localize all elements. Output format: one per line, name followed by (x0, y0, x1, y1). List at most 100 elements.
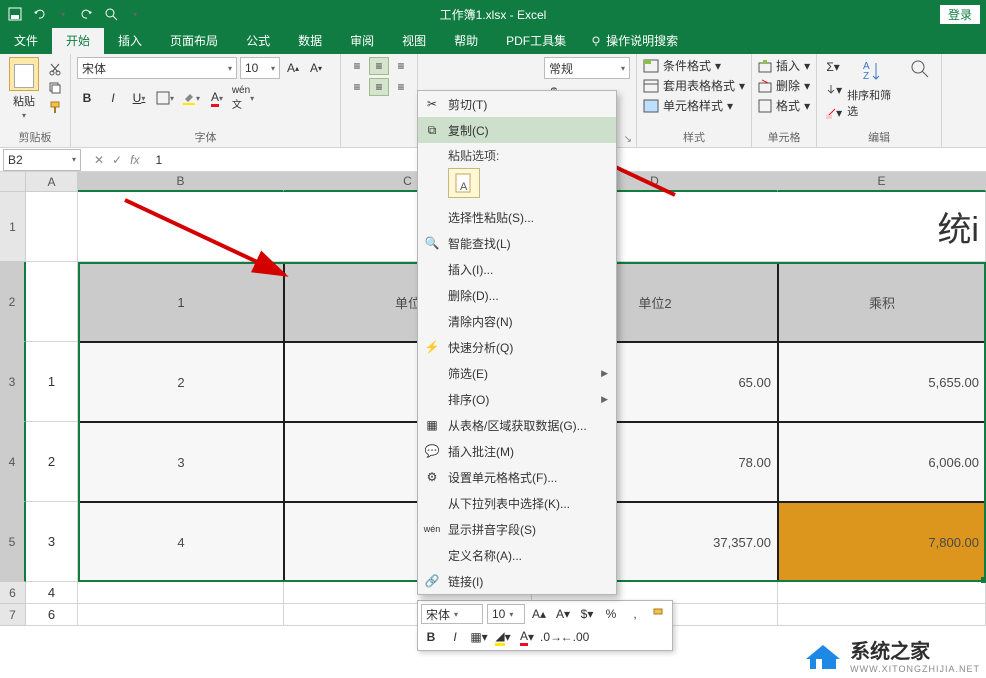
paste-button[interactable]: 粘贴 ▾ (6, 57, 42, 120)
mini-percent[interactable]: % (601, 604, 621, 624)
mini-border[interactable]: ▦▾ (469, 627, 489, 647)
row-header-7[interactable]: 7 (0, 604, 26, 626)
mini-comma[interactable]: , (625, 604, 645, 624)
cell[interactable]: 2 (78, 342, 284, 422)
number-format-combo[interactable]: 常规▾ (544, 57, 630, 79)
ctx-paste-special[interactable]: 选择性粘贴(S)... (418, 204, 616, 230)
mini-font-color[interactable]: A▾ (517, 627, 537, 647)
align-left-button[interactable]: ≡ (347, 78, 367, 96)
mini-size-combo[interactable]: 10▾ (487, 604, 525, 624)
font-color-button[interactable]: A▾ (207, 88, 227, 108)
fill-color-button[interactable]: ▾ (181, 88, 201, 108)
mini-decrease-decimal[interactable]: .0→ (541, 627, 561, 647)
cell[interactable]: 4 (78, 502, 284, 582)
cell[interactable]: 2 (26, 422, 78, 502)
cell[interactable]: 5,655.00 (778, 342, 986, 422)
underline-button[interactable]: U▾ (129, 88, 149, 108)
save-icon[interactable] (6, 5, 24, 23)
row-header-4[interactable]: 4 (0, 422, 26, 502)
paste-dropdown-icon[interactable]: ▾ (22, 111, 26, 120)
ctx-define-name[interactable]: 定义名称(A)... (418, 542, 616, 568)
bold-button[interactable]: B (77, 88, 97, 108)
cell[interactable] (778, 582, 986, 604)
redo-icon[interactable] (78, 5, 96, 23)
paste-option-keep-source[interactable]: A (448, 168, 480, 198)
ctx-smart-lookup[interactable]: 🔍智能查找(L) (418, 230, 616, 256)
ctx-quick-analysis[interactable]: ⚡快速分析(Q) (418, 334, 616, 360)
mini-increase-font[interactable]: A▴ (529, 604, 549, 624)
col-header-e[interactable]: E (778, 172, 986, 192)
cell[interactable] (78, 582, 284, 604)
ctx-filter[interactable]: 筛选(E)▶ (418, 360, 616, 386)
clear-button[interactable]: ▾ (823, 103, 843, 123)
ctx-delete[interactable]: 删除(D)... (418, 282, 616, 308)
tell-me-search[interactable]: 操作说明搜索 (580, 27, 688, 54)
ctx-copy[interactable]: ⧉复制(C) (418, 117, 616, 143)
undo-dropdown-icon[interactable]: ▾ (54, 5, 72, 23)
find-select-button[interactable] (905, 57, 935, 81)
fill-button[interactable]: ▾ (823, 80, 843, 100)
align-center-button[interactable]: ≡ (369, 78, 389, 96)
mini-format-painter[interactable] (649, 604, 669, 624)
border-button[interactable]: ▾ (155, 88, 175, 108)
header-cell[interactable]: 乘积 (778, 262, 986, 342)
increase-font-icon[interactable]: A▴ (283, 58, 303, 78)
enter-formula-icon[interactable]: ✓ (112, 153, 122, 167)
cell[interactable]: 6,006.00 (778, 422, 986, 502)
align-top-button[interactable]: ≡ (347, 57, 367, 75)
undo-icon[interactable] (30, 5, 48, 23)
tab-file[interactable]: 文件 (0, 27, 52, 54)
decrease-font-icon[interactable]: A▾ (306, 58, 326, 78)
cell[interactable]: 3 (78, 422, 284, 502)
row-header-1[interactable]: 1 (0, 192, 26, 262)
ctx-dropdown-pick[interactable]: 从下拉列表中选择(K)... (418, 490, 616, 516)
ctx-get-data[interactable]: ▦从表格/区域获取数据(G)... (418, 412, 616, 438)
cut-button[interactable] (46, 61, 64, 77)
autosum-button[interactable]: Σ▾ (823, 57, 843, 77)
tab-help[interactable]: 帮助 (440, 27, 492, 54)
cancel-formula-icon[interactable]: ✕ (94, 153, 104, 167)
delete-cells-button[interactable]: 删除▾ (758, 77, 810, 94)
cell[interactable] (26, 192, 78, 262)
mini-fill-color[interactable]: ◢▾ (493, 627, 513, 647)
conditional-format-button[interactable]: 条件格式▾ (643, 57, 745, 74)
sort-filter-button[interactable]: AZ 排序和筛选 (847, 57, 901, 119)
align-bottom-button[interactable]: ≡ (391, 57, 411, 75)
mini-font-combo[interactable]: 宋体▾ (421, 604, 483, 624)
name-box[interactable]: B2▾ (3, 149, 81, 171)
ctx-format-cells[interactable]: ⚙设置单元格格式(F)... (418, 464, 616, 490)
select-all-corner[interactable] (0, 172, 26, 192)
tab-page-layout[interactable]: 页面布局 (156, 27, 232, 54)
login-button[interactable]: 登录 (940, 5, 980, 24)
font-size-combo[interactable]: 10▾ (240, 57, 280, 79)
ctx-show-phonetic[interactable]: wén显示拼音字段(S) (418, 516, 616, 542)
cell[interactable]: 4 (26, 582, 78, 604)
cell[interactable] (778, 604, 986, 626)
mini-decrease-font[interactable]: A▾ (553, 604, 573, 624)
cell[interactable]: 7,800.00 (778, 502, 986, 582)
fx-icon[interactable]: fx (130, 153, 139, 167)
ctx-link[interactable]: 🔗链接(I) (418, 568, 616, 594)
insert-cells-button[interactable]: 插入▾ (758, 57, 810, 74)
row-header-3[interactable]: 3 (0, 342, 26, 422)
tab-data[interactable]: 数据 (284, 27, 336, 54)
cell[interactable]: 1 (26, 342, 78, 422)
format-as-table-button[interactable]: 套用表格格式▾ (643, 77, 745, 94)
row-header-6[interactable]: 6 (0, 582, 26, 604)
tab-home[interactable]: 开始 (52, 27, 104, 54)
format-cells-button[interactable]: 格式▾ (758, 97, 810, 114)
ctx-insert-comment[interactable]: 💬插入批注(M) (418, 438, 616, 464)
mini-italic[interactable]: I (445, 627, 465, 647)
tab-pdf-tools[interactable]: PDF工具集 (492, 27, 580, 54)
print-preview-icon[interactable] (102, 5, 120, 23)
mini-increase-decimal[interactable]: ←.00 (565, 627, 585, 647)
format-painter-button[interactable] (46, 99, 64, 115)
row-header-5[interactable]: 5 (0, 502, 26, 582)
cell[interactable] (78, 604, 284, 626)
mini-currency[interactable]: $▾ (577, 604, 597, 624)
ctx-clear[interactable]: 清除内容(N) (418, 308, 616, 334)
tab-view[interactable]: 视图 (388, 27, 440, 54)
align-middle-button[interactable]: ≡ (369, 57, 389, 75)
col-header-a[interactable]: A (26, 172, 78, 192)
cell[interactable] (26, 262, 78, 342)
